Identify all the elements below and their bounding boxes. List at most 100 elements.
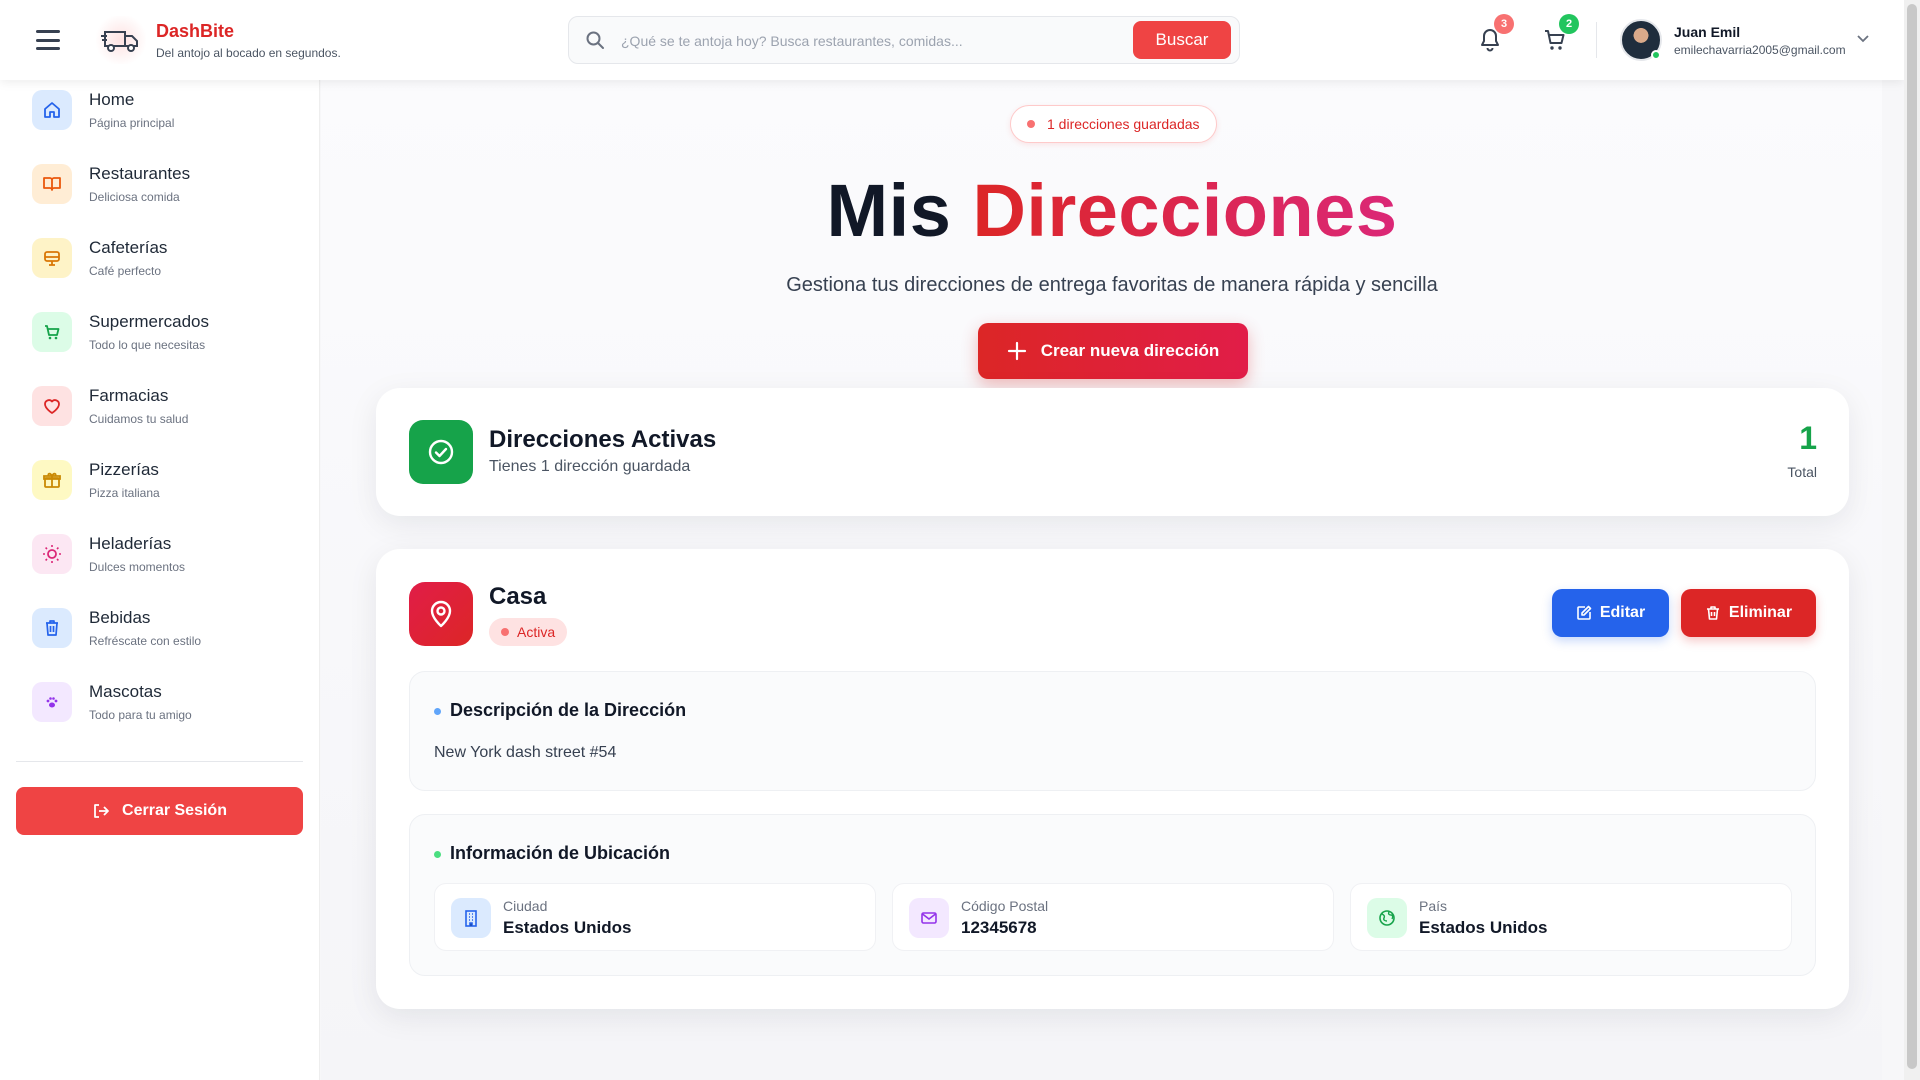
brand-name[interactable]: DashBite: [156, 21, 234, 42]
location-info-panel: Información de Ubicación Ciudad Estados …: [409, 814, 1816, 976]
stats-count-label: Total: [1787, 464, 1817, 480]
page-title-part1: Mis: [826, 169, 952, 252]
sidebar-item-sublabel: Cuidamos tu salud: [89, 412, 189, 426]
top-navbar: DashBite Del antojo al bocado en segundo…: [0, 0, 1904, 80]
search-icon: [586, 31, 604, 49]
sidebar-item-label: Mascotas: [89, 682, 162, 701]
header-divider: [1596, 22, 1597, 58]
globe-icon: [1367, 898, 1407, 938]
sidebar-item-supermercados[interactable]: Supermercados Todo lo que necesitas: [32, 304, 302, 366]
bulb-icon: [32, 534, 72, 574]
edit-label: Editar: [1599, 604, 1646, 621]
gift-icon: [32, 460, 72, 500]
active-addresses-card: Direcciones Activas Tienes 1 dirección g…: [376, 388, 1849, 516]
delivery-truck-logo-icon[interactable]: [96, 16, 146, 64]
page-title-accent: Direcciones: [972, 169, 1398, 252]
location-value: Estados Unidos: [1419, 918, 1548, 937]
edit-address-button[interactable]: Editar: [1552, 589, 1669, 637]
description-title: Descripción de la Dirección: [450, 700, 687, 720]
online-status-dot: [1651, 50, 1661, 60]
sidebar-item-sublabel: Página principal: [89, 116, 175, 130]
address-name: Casa: [489, 583, 547, 610]
delete-label: Eliminar: [1728, 604, 1793, 621]
location-city: Ciudad Estados Unidos: [434, 883, 876, 951]
search-bar: Buscar: [568, 16, 1240, 64]
sidebar-item-label: Bebidas: [89, 608, 151, 627]
user-email: emilechavarria2005@gmail.com: [1674, 43, 1846, 57]
sidebar-item-heladerias[interactable]: Heladerías Dulces momentos: [32, 526, 302, 588]
sidebar-item-sublabel: Todo lo que necesitas: [89, 338, 206, 352]
chevron-down-icon[interactable]: [1855, 30, 1871, 46]
paw-icon: [32, 682, 72, 722]
cart-icon: [32, 312, 72, 352]
sidebar-item-pizzerias[interactable]: Pizzerías Pizza italiana: [32, 452, 302, 514]
sidebar-item-sublabel: Todo para tu amigo: [89, 708, 192, 722]
home-icon: [32, 90, 72, 130]
scrollbar-thumb[interactable]: [1907, 4, 1917, 1069]
sidebar-item-label: Heladerías: [89, 534, 172, 553]
sidebar-divider: [16, 761, 303, 762]
location-country: País Estados Unidos: [1350, 883, 1792, 951]
location-label: País: [1419, 898, 1448, 914]
saved-addresses-pill: 1 direcciones guardadas: [1010, 105, 1217, 143]
sidebar-item-mascotas[interactable]: Mascotas Todo para tu amigo: [32, 674, 302, 736]
location-label: Código Postal: [961, 898, 1049, 914]
description-text: New York dash street #54: [434, 744, 617, 761]
pill-dot: [1027, 120, 1035, 128]
hamburger-menu-icon[interactable]: [34, 27, 62, 53]
create-address-label: Crear nueva dirección: [1040, 341, 1220, 360]
sidebar-item-label: Home: [89, 90, 135, 109]
cart-count-badge: 2: [1559, 14, 1579, 34]
check-circle-icon: [409, 420, 473, 484]
location-postal-code: Código Postal 12345678: [892, 883, 1334, 951]
page-scrollbar[interactable]: [1904, 0, 1920, 1080]
location-title: Información de Ubicación: [450, 843, 671, 863]
status-text: Activa: [517, 624, 556, 640]
sidebar-item-sublabel: Refréscate con estilo: [89, 634, 202, 648]
trash-cup-icon: [32, 608, 72, 648]
sidebar-item-sublabel: Pizza italiana: [89, 486, 160, 500]
sidebar-item-home[interactable]: Home Página principal: [32, 82, 302, 144]
cart-button[interactable]: 2: [1537, 14, 1579, 58]
stats-title: Direcciones Activas: [489, 426, 717, 453]
create-address-button[interactable]: Crear nueva dirección: [978, 323, 1248, 379]
sidebar-item-label: Pizzerías: [89, 460, 159, 479]
sidebar-item-sublabel: Café perfecto: [89, 264, 162, 278]
status-badge: Activa: [489, 618, 568, 646]
stats-count: 1: [1799, 420, 1817, 456]
logout-icon: [94, 804, 109, 818]
building-icon: [451, 898, 491, 938]
trash-icon: [1706, 606, 1719, 620]
page-subtitle: Gestiona tus direcciones de entrega favo…: [786, 274, 1438, 296]
stats-subtitle: Tienes 1 dirección guardada: [489, 458, 691, 475]
search-input[interactable]: [621, 25, 1091, 57]
edit-icon: [1577, 605, 1592, 620]
location-value: 12345678: [961, 918, 1037, 937]
location-label: Ciudad: [503, 898, 548, 914]
saved-addresses-text: 1 direcciones guardadas: [1047, 116, 1200, 132]
logout-button[interactable]: Cerrar Sesión: [16, 787, 303, 835]
mail-icon: [909, 898, 949, 938]
section-dot: [434, 851, 441, 858]
sidebar-item-sublabel: Dulces momentos: [89, 560, 186, 574]
page-title: Mis Direcciones: [0, 168, 1904, 253]
address-description-panel: Descripción de la Dirección New York das…: [409, 671, 1816, 791]
location-value: Estados Unidos: [503, 918, 632, 937]
sidebar-item-farmacias[interactable]: Farmacias Cuidamos tu salud: [32, 378, 302, 440]
section-dot: [434, 708, 441, 715]
user-name[interactable]: Juan Emil: [1674, 24, 1740, 40]
plus-icon: [1007, 341, 1026, 361]
notifications-count-badge: 3: [1494, 14, 1514, 34]
heart-icon: [32, 386, 72, 426]
sidebar-item-bebidas[interactable]: Bebidas Refréscate con estilo: [32, 600, 302, 662]
sidebar-item-label: Supermercados: [89, 312, 210, 331]
delete-address-button[interactable]: Eliminar: [1681, 589, 1816, 637]
status-dot: [501, 628, 509, 636]
logout-label: Cerrar Sesión: [122, 802, 227, 819]
notifications-button[interactable]: 3: [1472, 14, 1514, 58]
address-card: Casa Activa Editar Eliminar Descripción …: [376, 549, 1849, 1009]
brand-tagline: Del antojo al bocado en segundos.: [156, 46, 341, 60]
map-pin-icon: [409, 582, 473, 646]
sidebar-item-label: Farmacias: [89, 386, 169, 405]
search-button[interactable]: Buscar: [1133, 21, 1231, 59]
